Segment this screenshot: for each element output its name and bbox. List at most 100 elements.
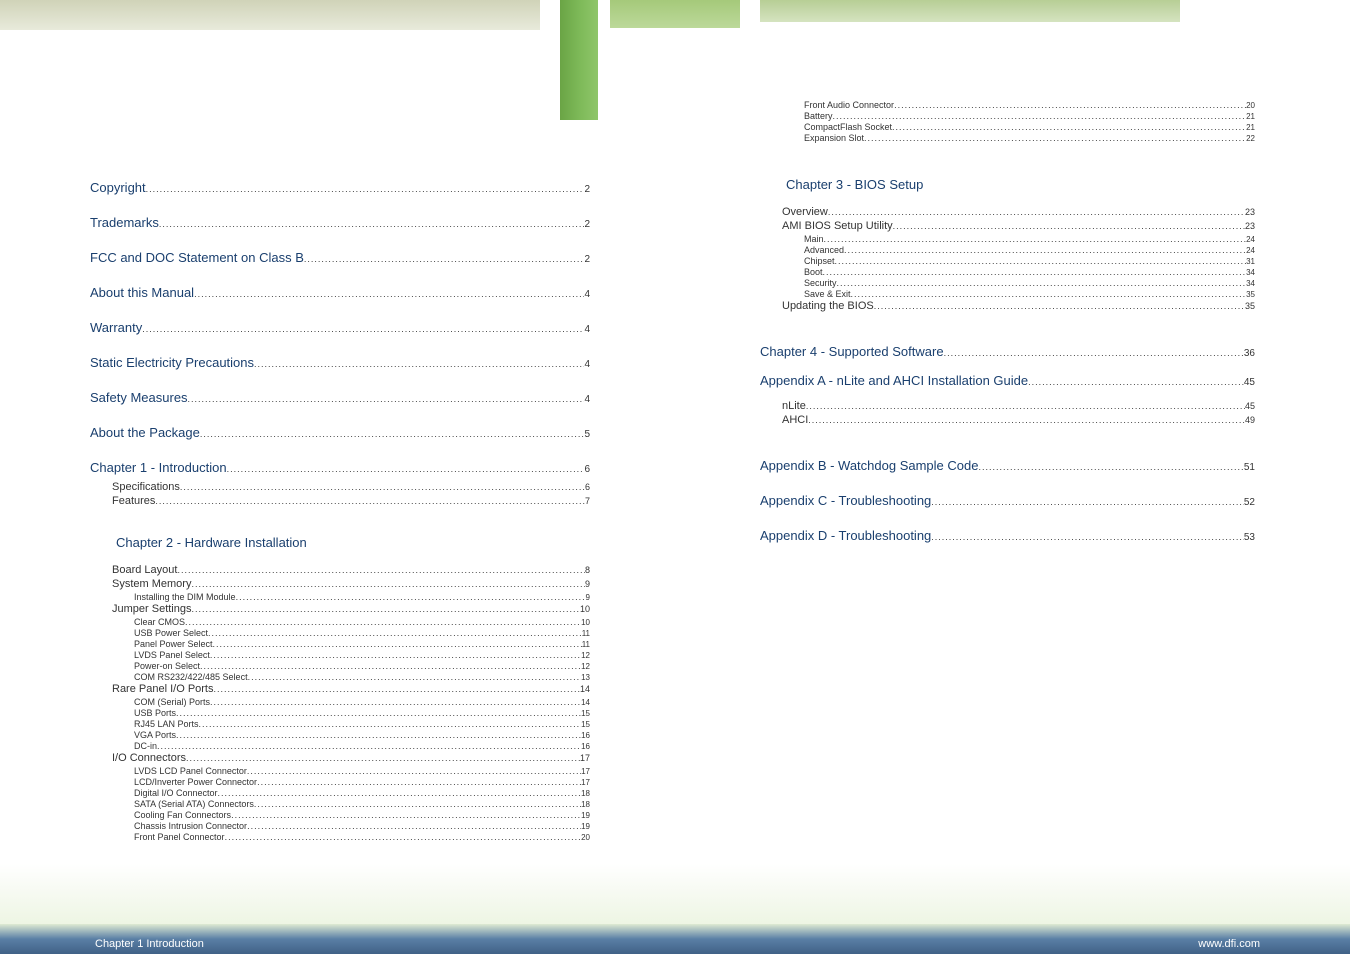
toc-dots [188, 394, 585, 404]
toc-label: Chipset [804, 256, 835, 266]
toc-label: VGA Ports [134, 730, 176, 740]
footer-left-text: Chapter 1 Introduction [95, 938, 204, 950]
toc-entry: Safety Measures 4 [90, 390, 590, 405]
toc-page: 23 [1245, 207, 1255, 217]
toc-label: COM RS232/422/485 Select [134, 672, 248, 682]
toc-page: 11 [582, 629, 590, 638]
toc-dots [200, 661, 581, 671]
toc-dots [214, 684, 580, 694]
toc-label: Cooling Fan Connectors [134, 810, 231, 820]
toc-label: About this Manual [90, 285, 194, 300]
toc-page: 6 [584, 464, 590, 475]
toc-entry: Warranty 4 [90, 320, 590, 335]
toc-dots [978, 462, 1243, 472]
toc-label: USB Power Select [134, 628, 208, 638]
toc-entry: Trademarks 2 [90, 215, 590, 230]
toc-page: 31 [1246, 257, 1255, 266]
toc-entry: nLite 45 [760, 400, 1255, 412]
toc-entry: I/O Connectors 17 [90, 752, 590, 764]
toc-dots [210, 697, 581, 707]
toc-label: Safety Measures [90, 390, 188, 405]
toc-dots [199, 719, 582, 729]
toc-entry: USB Ports 15 [90, 708, 590, 718]
toc-entry: Chassis Intrusion Connector 19 [90, 821, 590, 831]
toc-entry: Chipset 31 [760, 256, 1255, 266]
toc-label: Power-on Select [134, 661, 200, 671]
toc-page: 8 [585, 565, 590, 575]
left-column: Copyright 2Trademarks 2FCC and DOC State… [0, 180, 675, 914]
toc-label: Appendix D - Troubleshooting [760, 528, 931, 543]
toc-label: Chapter 1 - Introduction [90, 460, 227, 475]
toc-page: 53 [1244, 532, 1255, 543]
toc-dots [254, 359, 584, 369]
toc-page: 12 [581, 651, 590, 660]
toc-label: LVDS Panel Select [134, 650, 210, 660]
toc-dots [231, 810, 581, 820]
toc-page: 19 [581, 811, 590, 820]
toc-label: Installing the DIM Module [134, 592, 236, 602]
toc-dots [194, 289, 584, 299]
toc-label: Overview [782, 206, 828, 218]
toc-entry: Updating the BIOS 35 [760, 300, 1255, 312]
toc-dots [225, 832, 582, 842]
toc-dots [200, 429, 585, 439]
toc-entry: Appendix D - Troubleshooting 53 [760, 528, 1255, 543]
toc-page: 16 [581, 742, 590, 751]
toc-entry: Cooling Fan Connectors 19 [90, 810, 590, 820]
toc-page: 21 [1246, 112, 1255, 121]
toc-dots [155, 496, 585, 506]
toc-label: Jumper Settings [112, 603, 191, 615]
toc-label: Appendix B - Watchdog Sample Code [760, 458, 978, 473]
toc-dots [177, 565, 585, 575]
toc-entry: SATA (Serial ATA) Connectors 18 [90, 799, 590, 809]
toc-dots [159, 219, 585, 229]
toc-dots [146, 184, 585, 194]
toc-label: Boot [804, 267, 823, 277]
toc-entry: Appendix B - Watchdog Sample Code 51 [760, 458, 1255, 473]
toc-page: 2 [584, 184, 590, 195]
toc-dots [180, 482, 585, 492]
toc-dots [236, 592, 586, 602]
toc-dots [833, 111, 1247, 121]
toc-page: 14 [581, 698, 590, 707]
toc-label: Appendix C - Troubleshooting [760, 493, 931, 508]
toc-label: nLite [782, 400, 806, 412]
toc-label: Battery [804, 111, 833, 121]
toc-entry: Static Electricity Precautions 4 [90, 355, 590, 370]
toc-page: 34 [1246, 279, 1255, 288]
toc-page: 49 [1245, 415, 1255, 425]
toc-page: 16 [581, 731, 590, 740]
toc-label: COM (Serial) Ports [134, 697, 210, 707]
toc-dots [176, 730, 581, 740]
toc-dots [157, 741, 581, 751]
toc-page: 36 [1244, 348, 1255, 359]
toc-dots [892, 122, 1246, 132]
toc-dots [874, 301, 1245, 311]
toc-dots [835, 256, 1247, 266]
toc-page: 18 [581, 800, 590, 809]
toc-label: AMI BIOS Setup Utility [782, 220, 893, 232]
toc-label: Expansion Slot [804, 133, 864, 143]
toc-entry: Chapter 4 - Supported Software 36 [760, 344, 1255, 359]
toc-dots [191, 604, 580, 614]
toc-dots [247, 821, 581, 831]
toc-entry: Expansion Slot 22 [760, 133, 1255, 143]
toc-label: AHCI [782, 414, 808, 426]
toc-entry: Boot 34 [760, 267, 1255, 277]
toc-label: Chapter 4 - Supported Software [760, 344, 944, 359]
toc-entry: About this Manual 4 [90, 285, 590, 300]
toc-label: USB Ports [134, 708, 176, 718]
toc-dots [893, 221, 1245, 231]
toc-label: Chassis Intrusion Connector [134, 821, 247, 831]
toc-dots [806, 401, 1245, 411]
toc-dots [218, 788, 582, 798]
toc-page: 12 [581, 662, 590, 671]
toc-label: Board Layout [112, 564, 177, 576]
toc-entry: CompactFlash Socket 21 [760, 122, 1255, 132]
toc-label: Trademarks [90, 215, 159, 230]
toc-page: 22 [1246, 134, 1255, 143]
toc-entry: Jumper Settings 10 [90, 603, 590, 615]
toc-dots [257, 777, 581, 787]
toc-page: 35 [1245, 301, 1255, 311]
toc-page: 14 [580, 684, 590, 694]
